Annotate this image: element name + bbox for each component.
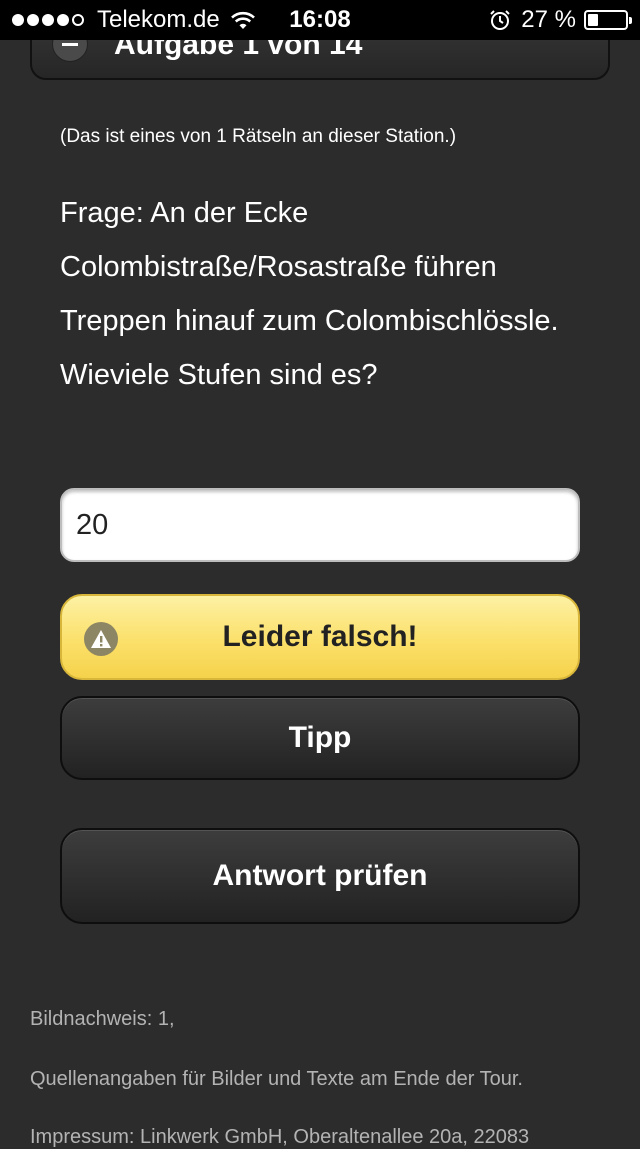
status-bar: Telekom.de 16:08 27 % bbox=[0, 0, 640, 40]
sources-note: Quellenangaben für Bilder und Texte am E… bbox=[30, 1068, 523, 1090]
result-warning-button[interactable]: Leider falsch! bbox=[60, 594, 580, 680]
imprint: Impressum: Linkwerk GmbH, Oberaltenallee… bbox=[30, 1126, 530, 1148]
result-label: Leider falsch! bbox=[222, 620, 418, 653]
battery-percentage: 27 % bbox=[521, 6, 576, 33]
battery-level bbox=[588, 14, 598, 26]
battery-icon bbox=[584, 10, 632, 30]
station-note: (Das ist eines von 1 Rätseln an dieser S… bbox=[60, 126, 457, 147]
tip-label: Tipp bbox=[288, 721, 352, 754]
check-answer-button[interactable]: Antwort prüfen bbox=[60, 828, 580, 924]
warning-icon bbox=[84, 622, 118, 656]
answer-input[interactable] bbox=[60, 488, 580, 562]
signal-strength-icon bbox=[12, 14, 87, 26]
image-credits: Bildnachweis: 1, bbox=[30, 1008, 175, 1030]
tip-button[interactable]: Tipp bbox=[60, 696, 580, 780]
carrier-name: Telekom.de bbox=[97, 6, 220, 33]
alarm-icon bbox=[490, 10, 511, 30]
question-text: Frage: An der Ecke Colombistraße/Rosastr… bbox=[60, 197, 559, 391]
check-answer-label: Antwort prüfen bbox=[212, 859, 428, 892]
wifi-icon bbox=[230, 11, 255, 29]
